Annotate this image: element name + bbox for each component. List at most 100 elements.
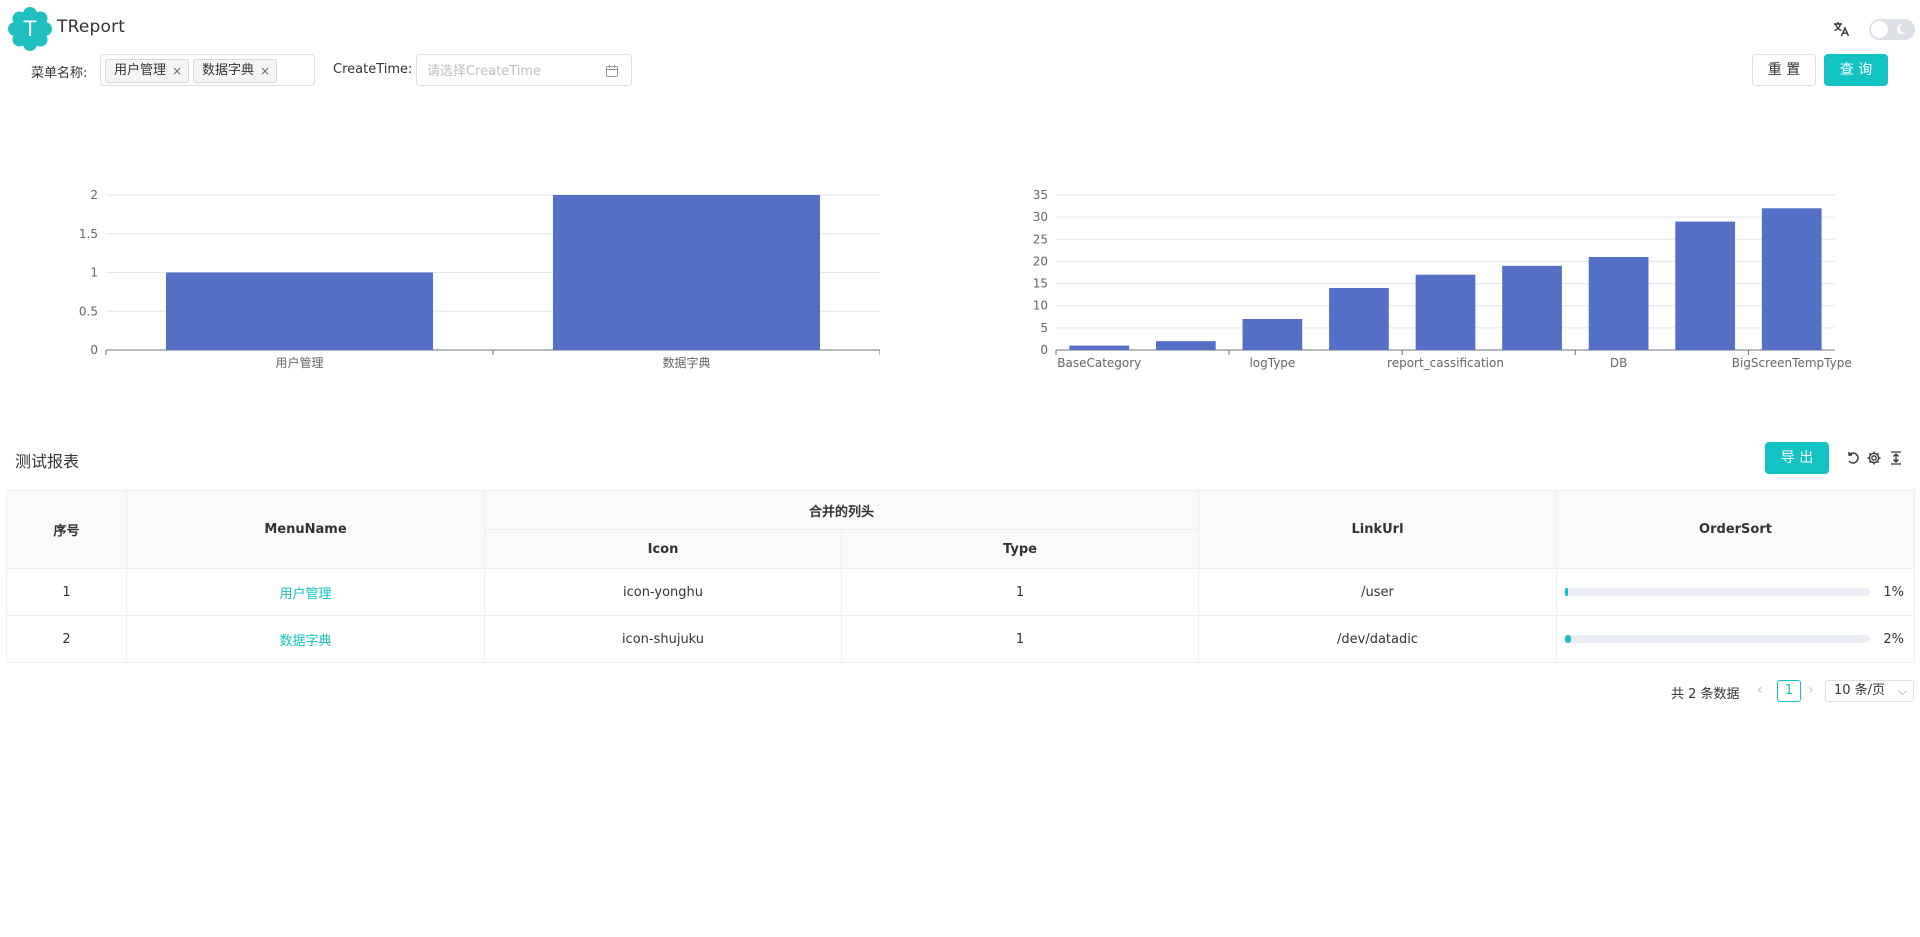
bar [1242, 319, 1303, 350]
gear-icon[interactable] [1866, 450, 1882, 466]
y-tick-label: 1.5 [79, 227, 98, 241]
bar [1588, 257, 1649, 350]
createtime-picker[interactable] [416, 54, 632, 86]
category-bar-chart-svg: 0 5 10 15 20 25 30 35 BaseCategory logType report_… [1033, 188, 1852, 370]
column-header-index[interactable]: 序号 [6, 490, 127, 569]
app-logo: T [8, 7, 52, 51]
table-title: 测试报表 [15, 452, 80, 471]
table-row[interactable]: 2 数据字典 icon-shujuku 1 /dev/datadic 2% [6, 615, 1916, 663]
y-tick-label: 1 [90, 266, 98, 280]
menu-name-link[interactable]: 数据字典 [279, 634, 331, 649]
bar [165, 272, 434, 350]
progress-fill [1565, 588, 1569, 596]
cell-order-sort: 2% [1556, 615, 1916, 663]
y-tick-label: 0 [1040, 343, 1048, 357]
x-tick-label: report_cassification [1387, 356, 1504, 370]
calendar-icon [606, 65, 618, 77]
translate-icon[interactable] [1832, 20, 1850, 38]
cell-index: 1 [6, 568, 127, 616]
logo-letter: T [23, 17, 37, 41]
y-tick-label: 30 [1033, 210, 1048, 224]
cell-index: 2 [6, 615, 127, 663]
progress-percent: 2% [1883, 631, 1905, 647]
x-tick-label: BaseCategory [1057, 356, 1141, 370]
cell-link-url: /user [1198, 568, 1558, 616]
cell-icon: icon-shujuku [484, 615, 842, 663]
menu-tag: 数据字典 × [193, 59, 278, 83]
page-size-select[interactable]: 10 条/页 ⌵ [1825, 680, 1914, 702]
moon-icon [1896, 23, 1906, 34]
cell-type: 1 [840, 615, 1200, 663]
y-tick-label: 0 [90, 343, 98, 357]
page-size-value: 10 条/页 [1834, 683, 1886, 698]
y-tick-label: 10 [1033, 299, 1048, 313]
bar [1069, 345, 1130, 350]
progress-track [1565, 588, 1871, 596]
x-tick-label: 用户管理 [275, 355, 323, 370]
bar [1155, 341, 1216, 350]
column-header-merged: 合并的列头 [483, 490, 1200, 530]
column-height-icon[interactable] [1888, 450, 1904, 466]
order-sort-progress: 2% [1557, 632, 1914, 647]
app-title: TReport [57, 17, 126, 37]
x-tick-label: DB [1610, 356, 1627, 370]
export-button[interactable]: 导 出 [1765, 442, 1829, 474]
y-tick-label: 35 [1033, 188, 1048, 202]
table-row[interactable]: 1 用户管理 icon-yonghu 1 /user 1% [6, 568, 1916, 616]
chevron-down-icon: ⌵ [1897, 684, 1907, 698]
bar [1329, 288, 1389, 350]
createtime-input[interactable] [427, 61, 597, 81]
menu-tag: 用户管理 × [105, 59, 190, 83]
pagination-total: 共 2 条数据 [1671, 687, 1740, 702]
report-table: 序号 MenuName 合并的列头 LinkUrl OrderSort Icon… [6, 490, 1916, 663]
query-button[interactable]: 查 询 [1824, 54, 1888, 86]
column-header-order-sort[interactable]: OrderSort [1556, 490, 1916, 569]
progress-track [1565, 635, 1871, 643]
bar [1761, 208, 1822, 350]
menu-tag-label: 数据字典 [202, 63, 255, 78]
cell-menu-name: 数据字典 [126, 615, 485, 663]
cell-link-url: /dev/datadic [1198, 615, 1558, 663]
theme-toggle[interactable] [1869, 19, 1915, 40]
cell-menu-name: 用户管理 [126, 568, 485, 616]
column-header-type[interactable]: Type [840, 529, 1200, 569]
bar [1675, 221, 1736, 350]
refresh-icon[interactable] [1845, 450, 1861, 466]
menu-bar-chart: 0 0.5 1 1.5 2 用户管理 数据字典 [60, 170, 880, 380]
progress-fill [1565, 635, 1572, 643]
order-sort-progress: 1% [1557, 585, 1914, 600]
menu-tag-label: 用户管理 [114, 63, 167, 78]
prev-page-icon[interactable]: ‹ [1757, 682, 1763, 698]
page-number-current[interactable]: 1 [1777, 680, 1801, 702]
x-tick-label: 数据字典 [662, 355, 710, 370]
cell-type: 1 [840, 568, 1200, 616]
menu-filter-label: 菜单名称: [31, 66, 88, 81]
createtime-label: CreateTime: [333, 62, 413, 77]
y-tick-label: 20 [1033, 254, 1048, 268]
progress-percent: 1% [1883, 584, 1905, 600]
category-bar-chart: 0 5 10 15 20 25 30 35 BaseCategory logType report_… [1020, 170, 1900, 380]
bar [552, 195, 821, 350]
close-icon[interactable]: × [172, 60, 182, 82]
column-header-link-url[interactable]: LinkUrl [1198, 490, 1558, 569]
close-icon[interactable]: × [260, 60, 270, 82]
cell-order-sort: 1% [1556, 568, 1916, 616]
menu-name-link[interactable]: 用户管理 [279, 587, 331, 602]
bar [1415, 274, 1476, 350]
bar [1502, 265, 1562, 350]
column-header-menu-name[interactable]: MenuName [126, 490, 485, 569]
reset-button[interactable]: 重 置 [1752, 54, 1816, 86]
y-tick-label: 5 [1040, 321, 1048, 335]
toggle-knob [1871, 21, 1888, 38]
cell-icon: icon-yonghu [484, 568, 842, 616]
column-header-icon[interactable]: Icon [484, 529, 842, 569]
x-tick-label: logType [1249, 356, 1295, 370]
y-tick-label: 25 [1033, 232, 1048, 246]
x-tick-label: BigScreenTempType [1732, 356, 1852, 370]
y-tick-label: 0.5 [79, 304, 98, 318]
menu-tag-select[interactable]: 用户管理 × 数据字典 × [100, 54, 315, 86]
next-page-icon[interactable]: › [1808, 682, 1814, 698]
y-tick-label: 15 [1033, 277, 1048, 291]
menu-bar-chart-svg: 0 0.5 1 1.5 2 用户管理 数据字典 [79, 188, 880, 370]
y-tick-label: 2 [90, 188, 98, 202]
